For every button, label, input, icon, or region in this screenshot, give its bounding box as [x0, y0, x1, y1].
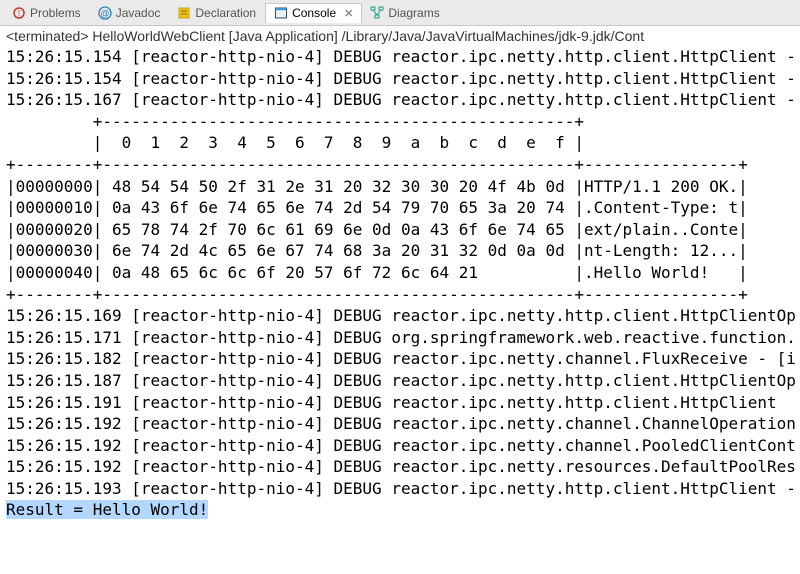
javadoc-icon: @ — [98, 6, 112, 20]
svg-text:!: ! — [18, 9, 20, 18]
tab-diagrams[interactable]: Diagrams — [362, 3, 448, 23]
console-icon — [274, 6, 288, 20]
console-line: 15:26:15.167 [reactor-http-nio-4] DEBUG … — [6, 89, 794, 111]
console-line: 15:26:15.191 [reactor-http-nio-4] DEBUG … — [6, 392, 794, 414]
console-line: 15:26:15.182 [reactor-http-nio-4] DEBUG … — [6, 348, 794, 370]
console-line: |00000000| 48 54 54 50 2f 31 2e 31 20 32… — [6, 176, 794, 198]
console-line: +---------------------------------------… — [6, 111, 794, 133]
close-icon[interactable]: ✕ — [344, 7, 353, 20]
console-line: |00000040| 0a 48 65 6c 6c 6f 20 57 6f 72… — [6, 262, 794, 284]
views-tab-bar: ! Problems @ Javadoc Declaration Console… — [0, 0, 800, 26]
console-line: 15:26:15.154 [reactor-http-nio-4] DEBUG … — [6, 68, 794, 90]
console-line: 15:26:15.171 [reactor-http-nio-4] DEBUG … — [6, 327, 794, 349]
console-line: |00000030| 6e 74 2d 4c 65 6e 67 74 68 3a… — [6, 240, 794, 262]
tab-javadoc[interactable]: @ Javadoc — [90, 3, 170, 23]
console-line: +--------+------------------------------… — [6, 284, 794, 306]
console-line: 15:26:15.187 [reactor-http-nio-4] DEBUG … — [6, 370, 794, 392]
console-line: 15:26:15.192 [reactor-http-nio-4] DEBUG … — [6, 413, 794, 435]
console-line: |00000020| 65 78 74 2f 70 6c 61 69 6e 0d… — [6, 219, 794, 241]
console-status-line: <terminated> HelloWorldWebClient [Java A… — [0, 26, 800, 46]
tab-problems[interactable]: ! Problems — [4, 3, 90, 23]
console-line: +--------+------------------------------… — [6, 154, 794, 176]
problems-icon: ! — [12, 6, 26, 20]
console-line: 15:26:15.193 [reactor-http-nio-4] DEBUG … — [6, 478, 794, 500]
console-line: 15:26:15.154 [reactor-http-nio-4] DEBUG … — [6, 46, 794, 68]
tab-label: Javadoc — [116, 6, 161, 20]
svg-text:@: @ — [100, 8, 109, 18]
tab-label: Problems — [30, 6, 81, 20]
diagrams-icon — [370, 6, 384, 20]
console-line: 15:26:15.192 [reactor-http-nio-4] DEBUG … — [6, 435, 794, 457]
console-line: |00000010| 0a 43 6f 6e 74 65 6e 74 2d 54… — [6, 197, 794, 219]
tab-label: Console — [292, 6, 336, 20]
tab-console[interactable]: Console ✕ — [265, 3, 362, 23]
tab-label: Diagrams — [388, 6, 439, 20]
tab-label: Declaration — [195, 6, 256, 20]
tab-declaration[interactable]: Declaration — [169, 3, 265, 23]
console-result-line: Result = Hello World! — [6, 499, 794, 521]
declaration-icon — [177, 6, 191, 20]
console-line: 15:26:15.192 [reactor-http-nio-4] DEBUG … — [6, 456, 794, 478]
console-line: | 0 1 2 3 4 5 6 7 8 9 a b c d e f | — [6, 132, 794, 154]
console-output[interactable]: 15:26:15.154 [reactor-http-nio-4] DEBUG … — [0, 46, 800, 527]
console-line: 15:26:15.169 [reactor-http-nio-4] DEBUG … — [6, 305, 794, 327]
